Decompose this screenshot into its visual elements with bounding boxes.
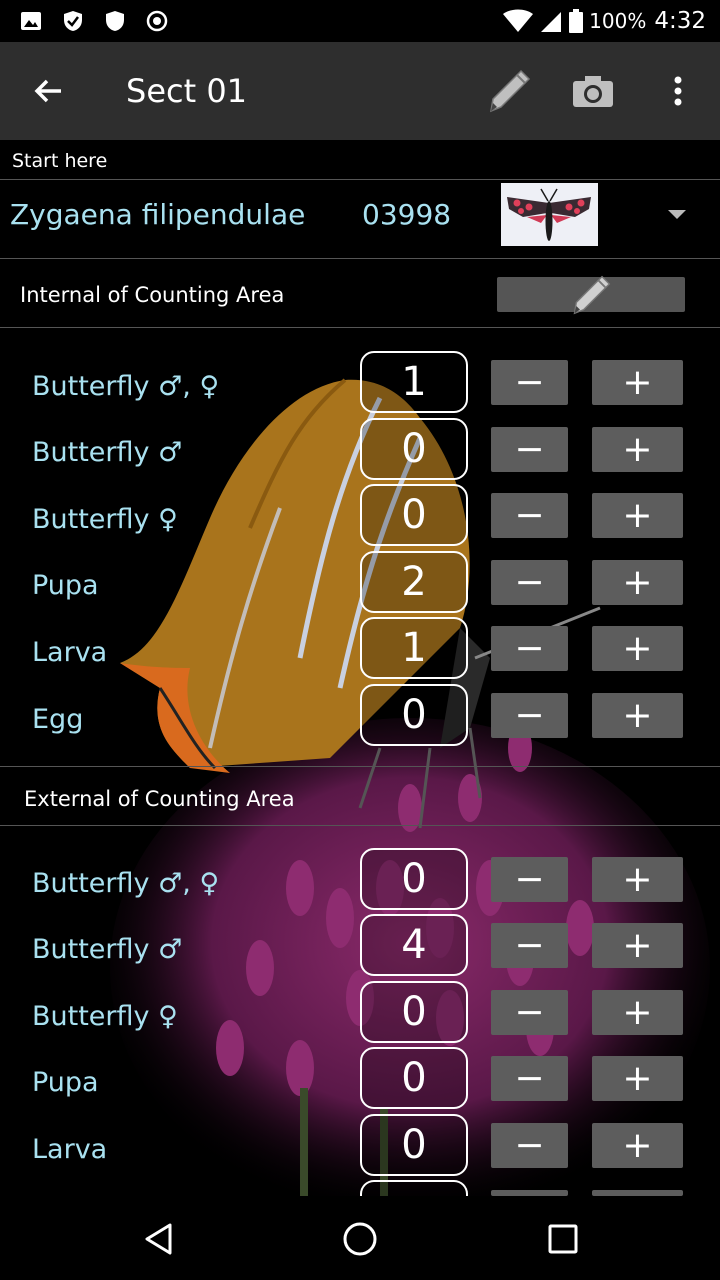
increment-button[interactable]: + <box>592 360 683 405</box>
shield-notification-icon <box>106 11 124 31</box>
circle-home-icon <box>343 1222 377 1256</box>
moth-image <box>501 183 598 246</box>
camera-button[interactable] <box>568 66 618 116</box>
decrement-button[interactable]: − <box>491 990 568 1035</box>
decrement-button[interactable]: − <box>491 857 568 902</box>
edit-section-button[interactable] <box>497 275 685 314</box>
page-title: Sect 01 <box>126 72 248 110</box>
overflow-menu-button[interactable] <box>653 66 703 116</box>
count-value: 0 <box>360 418 468 480</box>
back-button[interactable] <box>24 66 74 116</box>
app-toolbar: Sect 01 <box>0 42 720 140</box>
divider <box>0 179 720 180</box>
nav-home-button[interactable] <box>335 1214 385 1264</box>
shield-check-notification-icon <box>64 11 82 31</box>
increment-button[interactable]: + <box>592 857 683 902</box>
count-row-label: Larva <box>32 1134 108 1165</box>
increment-button[interactable]: + <box>592 923 683 968</box>
count-value: 0 <box>360 484 468 546</box>
clock: 4:32 <box>654 8 706 34</box>
count-value: 2 <box>360 551 468 613</box>
battery-icon <box>569 9 584 33</box>
internal-section-title: Internal of Counting Area <box>20 283 285 307</box>
cell-signal-icon <box>541 12 562 32</box>
external-section-title: External of Counting Area <box>24 787 295 811</box>
count-row-label: Butterfly ♂, ♀ <box>32 868 220 899</box>
system-nav-bar <box>0 1196 720 1280</box>
count-row-label: Pupa <box>32 1067 99 1098</box>
increment-button[interactable]: + <box>592 693 683 738</box>
wifi-icon <box>503 9 534 32</box>
count-value: 0 <box>360 848 468 910</box>
count-row-label: Butterfly ♂ <box>32 934 183 965</box>
camera-icon <box>573 76 613 107</box>
increment-button[interactable]: + <box>592 1123 683 1168</box>
divider <box>0 258 720 259</box>
start-here-label: Start here <box>12 150 108 172</box>
battery-percent: 100% <box>589 9 647 33</box>
triangle-back-icon <box>145 1223 172 1255</box>
decrement-button[interactable]: − <box>491 560 568 605</box>
count-value: 0 <box>360 684 468 746</box>
square-recents-icon <box>548 1224 578 1254</box>
count-value: 1 <box>360 617 468 679</box>
count-row-label: Larva <box>32 637 108 668</box>
divider <box>0 766 720 767</box>
species-name: Zygaena filipendulae <box>10 198 306 231</box>
species-thumbnail <box>501 183 598 246</box>
divider <box>0 825 720 826</box>
count-row-label: Butterfly ♀ <box>32 1001 178 1032</box>
edit-button[interactable] <box>484 66 534 116</box>
overflow-menu-icon <box>674 76 682 106</box>
decrement-button[interactable]: − <box>491 1056 568 1101</box>
chevron-down-icon <box>668 210 686 219</box>
count-value: 0 <box>360 1114 468 1176</box>
count-row-label: Egg <box>32 704 84 735</box>
count-row-label: Butterfly ♂, ♀ <box>32 371 220 402</box>
count-value-partial <box>360 1180 468 1196</box>
decrement-button[interactable]: − <box>491 923 568 968</box>
decrement-button[interactable]: − <box>491 427 568 472</box>
increment-button[interactable]: + <box>592 427 683 472</box>
back-arrow-icon <box>34 79 61 103</box>
count-row-label: Pupa <box>32 570 99 601</box>
increment-button[interactable]: + <box>592 493 683 538</box>
increment-button[interactable]: + <box>592 560 683 605</box>
count-value: 4 <box>360 914 468 976</box>
decrement-button[interactable]: − <box>491 626 568 671</box>
count-row-label: Butterfly ♀ <box>32 504 178 535</box>
decrement-button[interactable]: − <box>491 360 568 405</box>
decrement-button[interactable]: − <box>491 493 568 538</box>
decrement-button[interactable]: − <box>491 693 568 738</box>
record-notification-icon <box>146 10 168 32</box>
increment-button[interactable]: + <box>592 990 683 1035</box>
pencil-icon <box>490 69 531 113</box>
count-row-label: Butterfly ♂ <box>32 437 183 468</box>
count-value: 0 <box>360 981 468 1043</box>
decrement-button[interactable]: − <box>491 1123 568 1168</box>
nav-recents-button[interactable] <box>538 1214 588 1264</box>
species-code: 03998 <box>362 198 452 231</box>
pencil-icon <box>573 275 611 314</box>
increment-button[interactable]: + <box>592 626 683 671</box>
nav-back-button[interactable] <box>134 1214 184 1264</box>
image-notification-icon <box>21 12 41 30</box>
count-value: 0 <box>360 1047 468 1109</box>
increment-button[interactable]: + <box>592 1056 683 1101</box>
status-bar: 100% 4:32 <box>0 0 720 42</box>
count-value: 1 <box>360 351 468 413</box>
